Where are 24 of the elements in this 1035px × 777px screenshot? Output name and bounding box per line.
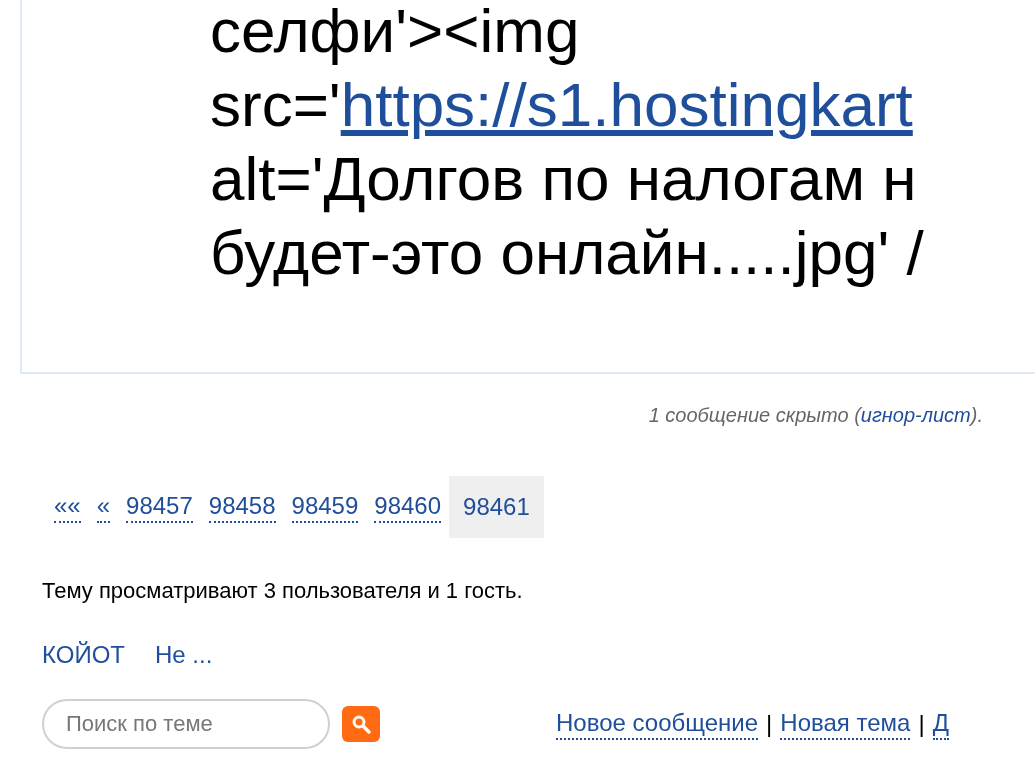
- code-text: src=': [210, 69, 341, 141]
- search-field[interactable]: Поиск по теме: [42, 699, 330, 749]
- current-page: 98461: [449, 476, 544, 538]
- page-link[interactable]: ««: [54, 491, 81, 523]
- page-link[interactable]: 98458: [208, 491, 276, 523]
- action-link[interactable]: Новое сообщение: [556, 708, 759, 740]
- hidden-message-note: 1 сообщение скрыто (игнор-лист).: [648, 403, 983, 428]
- page-link[interactable]: «: [96, 491, 111, 523]
- separator: |: [918, 709, 925, 739]
- code-text: будет-это онлайн.....jpg' /: [210, 217, 924, 289]
- image-link[interactable]: https://s1.hostingkart: [340, 68, 913, 142]
- user-link[interactable]: КОЙОТ: [42, 637, 125, 673]
- viewers-text: Тему просматривают 3 пользователя и 1 гость.: [42, 577, 524, 605]
- page-link[interactable]: 98460: [374, 491, 442, 523]
- code-text: селфи'><img: [210, 0, 580, 67]
- action-link[interactable]: Новая тема: [780, 708, 911, 740]
- search-icon: [350, 713, 372, 735]
- action-link[interactable]: Д: [932, 708, 949, 740]
- code-text: alt='Долгов по налогам н: [210, 143, 917, 215]
- page-link[interactable]: 98457: [126, 491, 193, 523]
- separator: |: [766, 709, 773, 739]
- user-link[interactable]: Не ...: [154, 637, 213, 673]
- search-button[interactable]: [342, 706, 380, 742]
- page-link[interactable]: 98459: [291, 491, 359, 523]
